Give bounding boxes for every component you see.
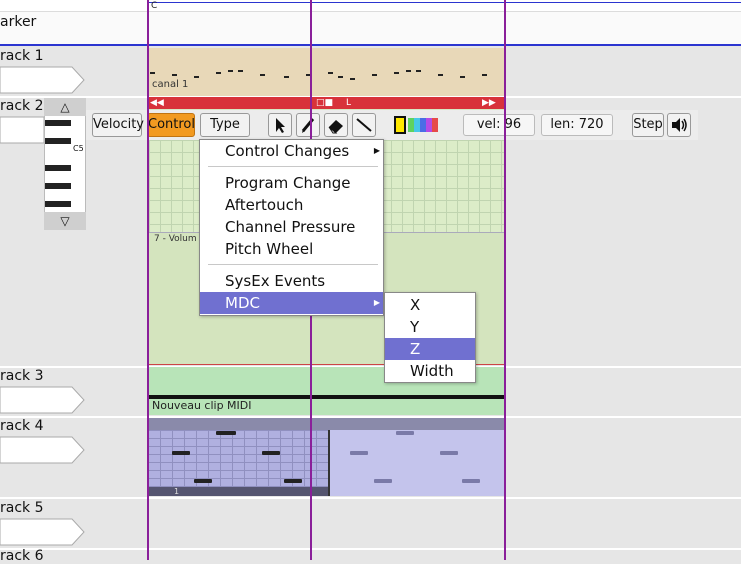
menu-separator xyxy=(208,264,378,265)
menu-item-channel-pressure[interactable]: Channel Pressure xyxy=(200,216,383,238)
clip-label: Nouveau clip MIDI xyxy=(152,399,252,412)
speaker-icon[interactable] xyxy=(667,113,691,137)
midi-note[interactable] xyxy=(350,451,368,455)
midi-note[interactable] xyxy=(372,74,377,76)
midi-note[interactable] xyxy=(440,451,458,455)
line-tool-icon[interactable] xyxy=(352,113,376,137)
ruler-label: C xyxy=(151,1,158,11)
clip-handle-icon[interactable]: □■ xyxy=(316,98,333,108)
piano-black-key[interactable] xyxy=(45,201,71,207)
length-value-field[interactable]: len: 720 xyxy=(541,114,613,136)
midi-note[interactable] xyxy=(482,74,487,76)
pointer-tool-icon[interactable] xyxy=(268,113,292,137)
control-button[interactable]: Control xyxy=(147,113,195,137)
velocity-value-field[interactable]: vel: 96 xyxy=(463,114,535,136)
left-locator-line[interactable] xyxy=(147,0,149,560)
midi-note[interactable] xyxy=(284,76,289,78)
piano-black-key[interactable] xyxy=(45,138,71,144)
type-button[interactable]: Type xyxy=(200,113,250,137)
loop-end-icon[interactable]: ▶▶ xyxy=(482,98,496,108)
clip-label: canal 1 xyxy=(152,79,189,90)
midi-note[interactable] xyxy=(228,70,233,72)
midi-note[interactable] xyxy=(416,70,421,72)
piano-keyboard[interactable] xyxy=(44,98,86,230)
step-button[interactable]: Step xyxy=(632,113,664,137)
track-5-name[interactable]: rack 5 xyxy=(0,500,44,516)
midi-note[interactable] xyxy=(438,74,443,76)
midi-note[interactable] xyxy=(394,72,399,74)
midi-note[interactable] xyxy=(460,76,465,78)
track-3-name[interactable]: rack 3 xyxy=(0,368,44,384)
midi-clip-track-4[interactable] xyxy=(328,430,505,496)
midi-note[interactable] xyxy=(462,479,480,483)
piano-c5-label: C5 xyxy=(73,144,84,153)
midi-note[interactable] xyxy=(216,431,236,435)
submenu-arrow-icon: ▶ xyxy=(373,146,380,155)
menu-item-sysex-events[interactable]: SysEx Events xyxy=(200,270,383,292)
scroll-up-icon[interactable]: △ xyxy=(44,98,86,116)
midi-note[interactable] xyxy=(328,72,333,74)
piano-black-key[interactable] xyxy=(45,183,71,189)
midi-note[interactable] xyxy=(262,451,280,455)
track-4-name[interactable]: rack 4 xyxy=(0,418,44,434)
midi-note[interactable] xyxy=(238,70,243,72)
midi-note[interactable] xyxy=(374,479,392,483)
marker-track[interactable] xyxy=(0,12,741,46)
pencil-tool-icon[interactable] xyxy=(296,113,320,137)
controller-lane-label: 7 - Volum xyxy=(154,234,197,244)
midi-note[interactable] xyxy=(406,70,411,72)
midi-note[interactable] xyxy=(338,76,343,78)
menu-item-mdc[interactable]: MDC ▶ xyxy=(200,292,383,314)
ruler-position-bar xyxy=(148,2,741,3)
clip-header-bar[interactable] xyxy=(148,418,505,430)
midi-clip-track-1[interactable] xyxy=(148,48,505,96)
color-palette[interactable] xyxy=(392,114,444,136)
piano-black-key[interactable] xyxy=(45,165,71,171)
loop-start-icon[interactable]: ◀◀ xyxy=(150,98,164,108)
submenu-item-z[interactable]: Z xyxy=(385,338,475,360)
midi-note[interactable] xyxy=(150,72,155,74)
track-6-name[interactable]: rack 6 xyxy=(0,548,44,564)
menu-item-program-change[interactable]: Program Change xyxy=(200,172,383,194)
clip-header-bar[interactable]: ◀◀ □■ L ▶▶ xyxy=(148,97,505,109)
clip-footer: 1 xyxy=(148,487,328,496)
menu-item-aftertouch[interactable]: Aftertouch xyxy=(200,194,383,216)
midi-note[interactable] xyxy=(350,78,355,80)
track-1-name[interactable]: rack 1 xyxy=(0,48,44,64)
midi-note[interactable] xyxy=(260,74,265,76)
menu-item-control-changes[interactable]: Control Changes ▶ xyxy=(200,140,383,162)
track-2-arrow-shape[interactable] xyxy=(0,116,44,144)
track-separator xyxy=(0,548,741,550)
velocity-button[interactable]: Velocity xyxy=(92,113,144,137)
eraser-tool-icon[interactable] xyxy=(324,113,348,137)
track-3-arrow-shape[interactable] xyxy=(0,386,86,414)
menu-item-pitch-wheel[interactable]: Pitch Wheel xyxy=(200,238,383,260)
track-5-arrow-shape[interactable] xyxy=(0,518,86,546)
midi-note[interactable] xyxy=(194,76,199,78)
track-4-arrow-shape[interactable] xyxy=(0,436,86,464)
midi-note[interactable] xyxy=(172,451,190,455)
midi-note[interactable] xyxy=(194,479,212,483)
track-separator xyxy=(0,497,741,499)
submenu-item-width[interactable]: Width xyxy=(385,360,475,382)
midi-note[interactable] xyxy=(216,72,221,74)
submenu-item-x[interactable]: X xyxy=(385,294,475,316)
loop-marker-icon[interactable]: L xyxy=(346,98,351,108)
menu-separator xyxy=(208,166,378,167)
submenu-item-y[interactable]: Y xyxy=(385,316,475,338)
submenu-arrow-icon: ▶ xyxy=(373,298,380,307)
right-locator-line[interactable] xyxy=(504,0,506,560)
midi-note[interactable] xyxy=(396,431,414,435)
track-1-arrow-shape[interactable] xyxy=(0,66,86,94)
marker-track-label: arker xyxy=(0,14,37,30)
piano-black-key[interactable] xyxy=(45,120,71,126)
track-2-name[interactable]: rack 2 xyxy=(0,98,44,114)
midi-note[interactable] xyxy=(284,479,302,483)
scroll-down-icon[interactable]: ▽ xyxy=(44,212,86,230)
midi-note[interactable] xyxy=(172,74,177,76)
